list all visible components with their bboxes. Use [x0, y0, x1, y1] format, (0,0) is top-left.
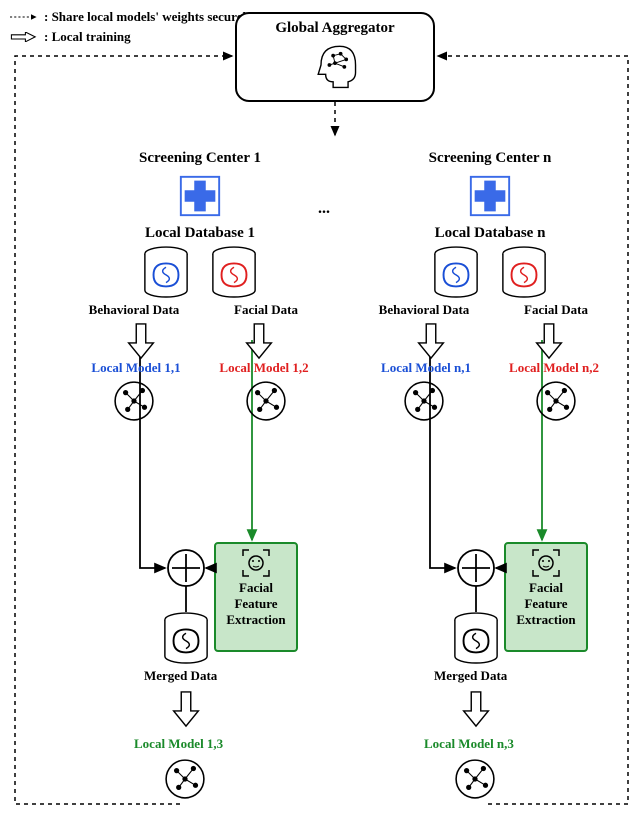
hollow-arrow-down-icon — [245, 322, 273, 360]
medical-cross-icon — [177, 173, 223, 219]
db-cylinder-icon — [500, 246, 548, 300]
lm3-label: Local Model n,3 — [424, 736, 514, 752]
network-icon — [535, 380, 577, 422]
global-aggregator-title: Global Aggregator — [275, 20, 394, 37]
hollow-arrow-down-icon — [172, 690, 200, 728]
facial-box-text: Facial Feature Extraction — [220, 580, 292, 628]
legend-dashed-label: : Share local models' weights securely — [44, 8, 253, 26]
screening-center-1: Screening Center 1 Local Database 1 Beha… — [60, 150, 340, 422]
hollow-arrow-down-icon — [462, 690, 490, 728]
db-cylinder-icon — [452, 612, 500, 666]
centern-title: Screening Center n — [429, 150, 552, 167]
facial-box-text: Facial Feature Extraction — [510, 580, 582, 628]
plus-merge-icon — [166, 548, 206, 588]
facial-feature-box: Facial Feature Extraction — [504, 542, 588, 652]
lm3-label: Local Model 1,3 — [134, 736, 223, 752]
behavioral-label: Behavioral Data — [74, 302, 194, 318]
hollow-arrow-down-icon — [127, 322, 155, 360]
lm2-label: Local Model 1,2 — [209, 360, 319, 376]
hollow-arrow-icon — [10, 30, 38, 44]
global-aggregator-box: Global Aggregator — [235, 12, 435, 102]
facial-feature-box: Facial Feature Extraction — [214, 542, 298, 652]
hollow-arrow-down-icon — [417, 322, 445, 360]
merged-data-label: Merged Data — [144, 668, 217, 684]
network-icon — [454, 758, 496, 800]
center1-title: Screening Center 1 — [139, 150, 261, 167]
merged-data-label: Merged Data — [434, 668, 507, 684]
facial-label: Facial Data — [206, 302, 326, 318]
legend: : Share local models' weights securely :… — [10, 8, 253, 48]
medical-cross-icon — [467, 173, 513, 219]
face-scan-icon — [241, 548, 271, 578]
brain-head-icon — [305, 37, 365, 93]
db-cylinder-icon — [432, 246, 480, 300]
lm2-label: Local Model n,2 — [499, 360, 609, 376]
network-icon — [403, 380, 445, 422]
db-cylinder-icon — [142, 246, 190, 300]
center1-db-title: Local Database 1 — [145, 225, 255, 242]
db-cylinder-icon — [162, 612, 210, 666]
centern-db-title: Local Database n — [435, 225, 546, 242]
dashed-arrow-icon — [10, 12, 38, 22]
lm1-label: Local Model 1,1 — [81, 360, 191, 376]
face-scan-icon — [531, 548, 561, 578]
lm1-label: Local Model n,1 — [371, 360, 481, 376]
network-icon — [113, 380, 155, 422]
behavioral-label: Behavioral Data — [364, 302, 484, 318]
plus-merge-icon — [456, 548, 496, 588]
legend-hollow-label: : Local training — [44, 28, 131, 46]
network-icon — [164, 758, 206, 800]
facial-label: Facial Data — [496, 302, 616, 318]
network-icon — [245, 380, 287, 422]
hollow-arrow-down-icon — [535, 322, 563, 360]
db-cylinder-icon — [210, 246, 258, 300]
screening-center-n: Screening Center n Local Database n Beha… — [350, 150, 630, 422]
